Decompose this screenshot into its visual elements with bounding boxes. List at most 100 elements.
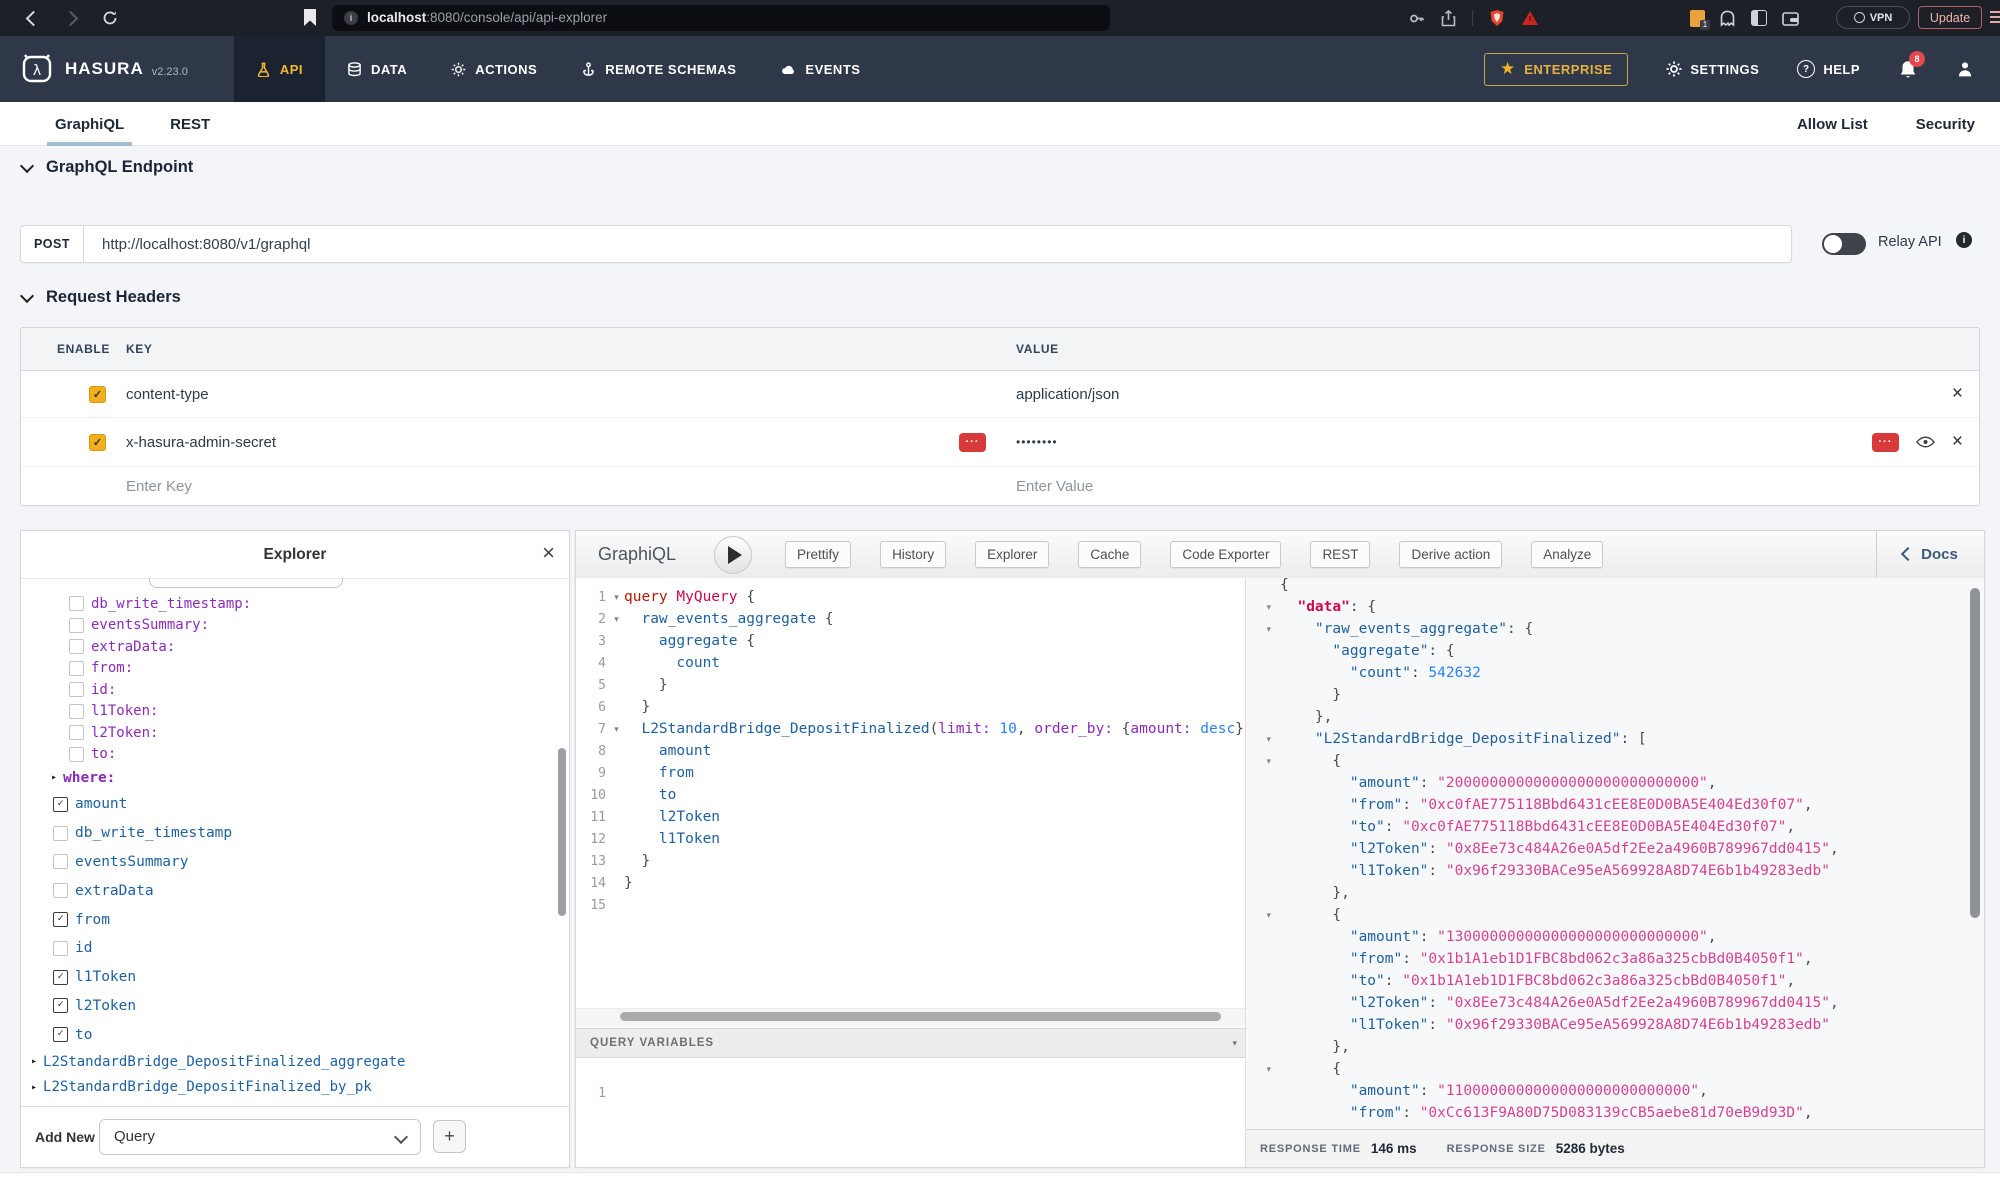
endpoint-url-input[interactable]: http://localhost:8080/v1/graphql — [84, 226, 310, 262]
nav-tab-data[interactable]: DATA — [325, 36, 429, 102]
explorer-item-l1token[interactable]: l1Token: — [21, 701, 569, 723]
bookmark-icon[interactable] — [304, 9, 316, 26]
explorer-item-eventssummary[interactable]: eventsSummary: — [21, 615, 569, 637]
argument-checkbox[interactable] — [69, 639, 84, 654]
address-bar[interactable]: i localhost:8080/console/api/api-explore… — [332, 5, 1110, 31]
fold-arrow-icon[interactable]: ▾ — [1246, 602, 1280, 613]
site-info-icon[interactable]: i — [344, 11, 358, 25]
extension-notes-icon[interactable]: 1 — [1690, 10, 1705, 27]
response-scrollbar[interactable] — [1970, 588, 1980, 918]
explorer-item-l2token[interactable]: l2Token: — [21, 722, 569, 744]
tab-rest[interactable]: REST — [170, 102, 210, 146]
settings-button[interactable]: SETTINGS — [1666, 61, 1759, 77]
brave-shield-icon[interactable] — [1489, 9, 1505, 27]
browser-menu-icon[interactable] — [1990, 11, 2000, 26]
warning-triangle-icon[interactable] — [1521, 10, 1539, 26]
execute-query-button[interactable] — [714, 536, 752, 574]
fold-arrow-icon[interactable]: ▾ — [609, 592, 624, 603]
nav-tab-events[interactable]: EVENTS — [758, 36, 882, 102]
analyze-button[interactable]: Analyze — [1531, 541, 1603, 568]
field-checkbox[interactable] — [53, 941, 68, 956]
nav-tab-remote-schemas[interactable]: REMOTE SCHEMAS — [559, 36, 758, 102]
forward-icon[interactable] — [63, 10, 79, 26]
enterprise-button[interactable]: ★ ENTERPRISE — [1484, 53, 1628, 86]
argument-checkbox[interactable] — [69, 725, 84, 740]
explorer-item-to[interactable]: to: — [21, 744, 569, 766]
remove-header-icon[interactable]: × — [1952, 435, 1963, 449]
key-icon[interactable] — [1408, 10, 1425, 27]
reload-icon[interactable] — [102, 10, 118, 26]
header-enable-checkbox[interactable]: ✓ — [89, 386, 106, 403]
fold-arrow-icon[interactable]: ▾ — [1246, 624, 1280, 635]
tab-graphiql[interactable]: GraphiQL — [55, 102, 124, 146]
extension-wallet-icon[interactable] — [1782, 11, 1799, 26]
extension-ghost-icon[interactable] — [1720, 10, 1736, 27]
add-new-type-select[interactable]: Query — [99, 1119, 421, 1155]
header-enable-checkbox[interactable]: ✓ — [89, 434, 106, 451]
docs-button[interactable]: Docs — [1876, 531, 1984, 577]
explorer-item-l2standardbridge-depositfinalized-aggregate[interactable]: ▸L2StandardBridge_DepositFinalized_aggre… — [21, 1049, 569, 1075]
request-headers-section-header[interactable]: Request Headers — [22, 288, 181, 307]
explorer-item-extradata[interactable]: extraData — [21, 876, 569, 905]
explorer-item-l1token[interactable]: ✓l1Token — [21, 963, 569, 992]
field-checkbox[interactable]: ✓ — [53, 912, 68, 927]
field-checkbox[interactable] — [53, 854, 68, 869]
prettify-button[interactable]: Prettify — [785, 541, 851, 568]
history-button[interactable]: History — [880, 541, 946, 568]
rest-button[interactable]: REST — [1310, 541, 1370, 568]
new-header-key-input[interactable]: Enter Key — [126, 478, 192, 495]
argument-checkbox[interactable] — [69, 704, 84, 719]
explorer-item-amount[interactable]: ✓amount — [21, 790, 569, 819]
field-checkbox[interactable] — [53, 883, 68, 898]
query-variables-editor[interactable]: 1 — [576, 1058, 1245, 1167]
relay-info-icon[interactable]: i — [1956, 232, 1972, 248]
argument-checkbox[interactable] — [69, 747, 84, 762]
explorer-scrollbar[interactable] — [558, 748, 566, 916]
explorer-item-db-write-timestamp[interactable]: db_write_timestamp — [21, 819, 569, 848]
fold-arrow-icon[interactable]: ▾ — [1246, 1064, 1280, 1075]
derive-action-button[interactable]: Derive action — [1399, 541, 1502, 568]
code-exporter-button[interactable]: Code Exporter — [1170, 541, 1281, 568]
fold-arrow-icon[interactable]: ▾ — [609, 724, 624, 735]
back-icon[interactable] — [26, 10, 42, 26]
fold-arrow-icon[interactable]: ▾ — [1246, 734, 1280, 745]
explorer-item-l2token[interactable]: ✓l2Token — [21, 992, 569, 1021]
new-header-value-input[interactable]: Enter Value — [1016, 478, 1093, 495]
nav-tab-api[interactable]: API — [234, 36, 325, 102]
nav-tab-actions[interactable]: ACTIONS — [429, 36, 559, 102]
explorer-item-eventssummary[interactable]: eventsSummary — [21, 848, 569, 877]
field-checkbox[interactable]: ✓ — [53, 970, 68, 985]
explorer-item-where[interactable]: ▸where: — [21, 765, 569, 790]
cache-button[interactable]: Cache — [1078, 541, 1141, 568]
fold-arrow-icon[interactable]: ▾ — [609, 614, 624, 625]
browser-update-button[interactable]: Update — [1918, 6, 1982, 29]
explorer-item-from[interactable]: from: — [21, 658, 569, 680]
link-allow-list[interactable]: Allow List — [1797, 116, 1868, 133]
argument-checkbox[interactable] — [69, 618, 84, 633]
field-checkbox[interactable]: ✓ — [53, 1027, 68, 1042]
explorer-item-db-write-timestamp[interactable]: db_write_timestamp: — [21, 593, 569, 615]
link-security[interactable]: Security — [1916, 116, 1975, 133]
explorer-item-id[interactable]: id: — [21, 679, 569, 701]
query-variables-header[interactable]: QUERY VARIABLES ▾ — [576, 1028, 1245, 1058]
extension-square-icon[interactable] — [1751, 10, 1767, 26]
add-operation-button[interactable]: + — [433, 1120, 466, 1153]
share-icon[interactable] — [1441, 10, 1456, 27]
eye-icon[interactable] — [1916, 436, 1935, 448]
expand-arrow-icon[interactable]: ▸ — [31, 1056, 37, 1067]
vpn-button[interactable]: VPN — [1836, 6, 1910, 29]
reveal-secret-button[interactable]: ··· — [959, 433, 986, 452]
graphql-endpoint-section-header[interactable]: GraphQL Endpoint — [22, 158, 193, 177]
argument-checkbox[interactable] — [69, 682, 84, 697]
field-checkbox[interactable]: ✓ — [53, 998, 68, 1013]
explorer-item-l2standardbridge-depositfinalized-by-pk[interactable]: ▸L2StandardBridge_DepositFinalized_by_pk — [21, 1075, 569, 1101]
expand-arrow-icon[interactable]: ▸ — [51, 772, 57, 783]
explorer-item-id[interactable]: id — [21, 934, 569, 963]
header-value[interactable]: application/json — [1016, 386, 1119, 403]
user-icon[interactable] — [1956, 60, 1974, 78]
help-button[interactable]: ? HELP — [1797, 60, 1860, 78]
expand-arrow-icon[interactable]: ▸ — [31, 1082, 37, 1093]
argument-checkbox[interactable] — [69, 661, 84, 676]
close-icon[interactable]: × — [542, 540, 555, 566]
remove-header-icon[interactable]: × — [1952, 387, 1963, 401]
